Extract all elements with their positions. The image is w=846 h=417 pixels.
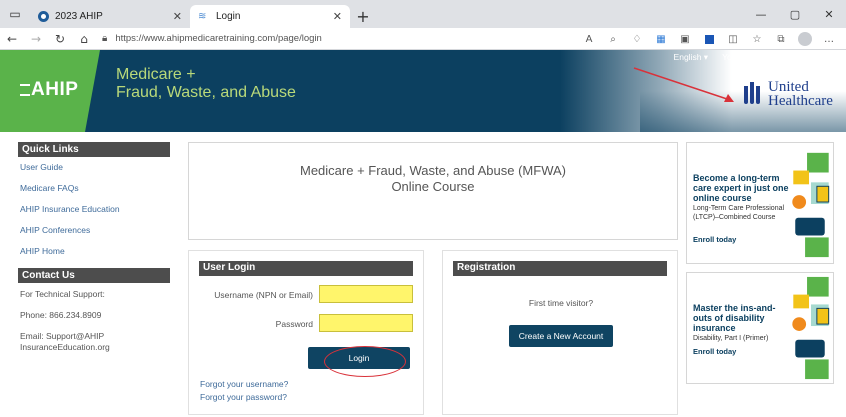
home-button[interactable]: ⌂ [72,28,96,50]
browser-tab-strip: ▭ 2023 AHIP ✕ ≋ Login ✕ + — ▢ ✕ [0,0,846,28]
ahip-favicon-icon [38,11,49,22]
password-input[interactable] [319,314,413,332]
url-text: https://www.ahipmedicaretraining.com/pag… [115,33,322,44]
tab-title: 2023 AHIP [55,11,103,22]
annotation-circle [324,346,406,377]
course-title-box: Medicare + Fraud, Waste, and Abuse (MFWA… [188,142,678,240]
banner-title: Medicare + Fraud, Waste, and Abuse [116,66,296,101]
site-banner: AHIP Medicare + Fraud, Waste, and Abuse … [0,50,846,132]
extension-2-icon[interactable]: ▣ [674,28,696,50]
more-menu-icon[interactable]: … [818,28,840,50]
login-status: You are not logged in. (Log in) [722,52,838,62]
ahip-logo[interactable]: AHIP [20,79,78,101]
ahip-logo-icon [20,83,30,96]
minimize-button[interactable]: — [744,0,778,28]
password-label: Password [275,319,313,329]
page-content: AHIP Medicare + Fraud, Waste, and Abuse … [0,50,846,417]
unitedhealthcare-logo: United Healthcare [742,80,833,109]
restore-button[interactable]: ▢ [778,0,812,28]
tech-support-label: For Technical Support: [20,289,105,299]
support-phone: Phone: 866.234.8909 [20,310,102,320]
window-controls: — ▢ ✕ [744,0,846,28]
refresh-button[interactable]: ↻ [48,28,72,50]
username-input[interactable] [319,285,413,303]
back-button[interactable]: ← [0,28,24,50]
sidebar: Quick Links User Guide Medicare FAQs AHI… [18,142,170,353]
sidebar-link-medicare-faqs[interactable]: Medicare FAQs [18,178,170,199]
forgot-password-link[interactable]: Forgot your password? [200,392,287,402]
registration-heading: Registration [453,261,667,276]
sidebar-link-ahip-home[interactable]: AHIP Home [18,241,170,262]
language-select[interactable]: English ▾ [674,52,709,63]
address-bar: ← → ↻ ⌂ 🔒︎ https://www.ahipmedicaretrain… [0,28,846,50]
profile-icon[interactable] [794,28,816,50]
app-icon[interactable] [698,28,720,50]
sidebar-link-user-guide[interactable]: User Guide [18,157,170,178]
favorites-icon[interactable]: ☆ [746,28,768,50]
close-icon[interactable]: ✕ [333,10,342,23]
new-tab-button[interactable]: + [350,5,376,28]
user-login-heading: User Login [199,261,413,276]
first-time-visitor-text: First time visitor? [528,298,594,308]
course-title: Medicare + Fraud, Waste, and Abuse (MFWA… [300,163,566,194]
ad-enroll-link[interactable]: Enroll today [693,347,736,356]
ad-title: Master the ins-and-outs of disability in… [693,303,776,333]
close-icon[interactable]: ✕ [173,10,182,23]
ad-illustration-icon [792,276,830,380]
ad-disability-insurance[interactable]: Master the ins-and-outs of disability in… [686,272,834,384]
close-window-button[interactable]: ✕ [812,0,846,28]
tab-actions-icon[interactable]: ▭ [0,0,30,28]
extensions-icon[interactable]: ♢ [626,28,648,50]
lock-icon[interactable]: 🔒︎ [102,33,107,44]
tab-login[interactable]: ≋ Login ✕ [190,5,350,28]
annotation-arrow-icon [633,67,734,102]
browser-toolbar: A ⌕ ♢ ▦ ▣ ◫ ☆ ⧉ … [576,28,840,50]
tab-2023-ahip[interactable]: 2023 AHIP ✕ [30,5,190,28]
ad-enroll-link[interactable]: Enroll today [693,235,736,244]
ad-subtitle: Long-Term Care Professional (LTCP)–Combi… [693,205,785,221]
ad-illustration-icon [792,152,830,258]
ad-title: Become a long-term care expert in just o… [693,173,789,203]
login-favicon-icon: ≋ [198,10,207,22]
user-login-panel: User Login Username (NPN or Email) Passw… [188,250,424,415]
split-screen-icon[interactable]: ◫ [722,28,744,50]
header-login-link[interactable]: (Log in) [807,52,838,62]
tab-title: Login [216,11,241,22]
quick-links-heading: Quick Links [18,142,170,157]
sidebar-link-insurance-education[interactable]: AHIP Insurance Education [18,199,170,220]
forgot-username-link[interactable]: Forgot your username? [200,379,288,389]
zoom-icon[interactable]: ⌕ [602,28,624,50]
create-account-button[interactable]: Create a New Account [509,325,613,347]
ad-long-term-care[interactable]: Become a long-term care expert in just o… [686,142,834,264]
contact-us-heading: Contact Us [18,268,170,283]
extension-icon[interactable]: ▦ [650,28,672,50]
language-login-bar: English ▾ You are not logged in. (Log in… [674,52,838,63]
registration-panel: Registration First time visitor? Create … [442,250,678,415]
forward-button[interactable]: → [24,28,48,50]
url-field[interactable]: 🔒︎ https://www.ahipmedicaretraining.com/… [102,33,482,44]
unitedhealthcare-mark-icon [742,82,762,106]
support-email[interactable]: Email: Support@AHIP InsuranceEducation.o… [18,331,170,353]
username-label: Username (NPN or Email) [214,290,313,300]
sidebar-link-conferences[interactable]: AHIP Conferences [18,220,170,241]
collections-icon[interactable]: ⧉ [770,28,792,50]
read-aloud-icon[interactable]: A [578,28,600,50]
ad-subtitle: Disability, Part I (Primer) [693,335,769,342]
